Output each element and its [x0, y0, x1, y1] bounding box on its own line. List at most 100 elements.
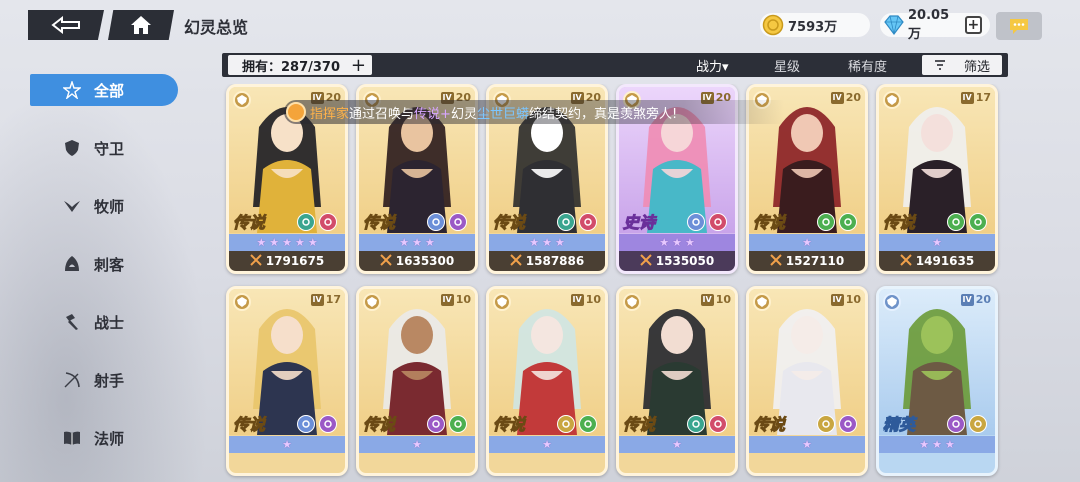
chat-button[interactable]: [996, 12, 1042, 40]
gem-amount: 20.05万: [908, 8, 950, 42]
bow-icon: [62, 370, 82, 390]
element-icon: [687, 415, 705, 433]
expand-slots-button[interactable]: +: [351, 55, 366, 76]
star-icon: ★: [932, 438, 942, 451]
element-icon: [947, 213, 965, 231]
element-icon: [947, 415, 965, 433]
crossed-swords-icon: [380, 253, 392, 269]
level-value: 10: [455, 293, 471, 306]
spirit-card[interactable]: IV 20 精英 ★ ★ ★: [876, 286, 998, 476]
class-badge-icon: [493, 293, 511, 311]
home-button[interactable]: [108, 10, 174, 40]
sidebar-item-mage[interactable]: 法师: [30, 422, 178, 454]
tier-badge: IV: [700, 293, 714, 306]
element-icon: [319, 213, 337, 231]
notice-text-1: 通过召唤与: [349, 106, 415, 122]
star-icon: ★: [529, 236, 540, 249]
chat-bubble-icon: [1010, 19, 1028, 34]
notice-player-name: 指挥家: [310, 106, 350, 122]
spirit-card[interactable]: IV 17 传说 ★: [226, 286, 348, 476]
class-badge-icon: [233, 91, 251, 109]
rarity-label: 传说: [362, 415, 396, 435]
sidebar-item-all[interactable]: 全部: [30, 74, 178, 106]
star-icon: ★: [672, 438, 682, 451]
rarity-label: 传说: [232, 415, 266, 435]
element-icon: [319, 415, 337, 433]
tier-badge: IV: [830, 293, 844, 306]
tier-badge: IV: [960, 91, 974, 104]
rarity-label: 史诗: [622, 213, 656, 233]
element-icon: [579, 213, 597, 231]
spirit-card[interactable]: IV 10 传说 ★: [486, 286, 608, 476]
shield-icon: [62, 138, 82, 158]
element-icon: [709, 415, 727, 433]
sidebar-item-label: 战士: [94, 313, 125, 332]
element-icon: [817, 213, 835, 231]
combat-power: 1535050: [619, 251, 735, 271]
sort-power[interactable]: 战力▾: [696, 56, 729, 75]
star-rating: ★: [749, 234, 865, 251]
owned-count: 拥有：287/370 +: [228, 55, 372, 76]
sidebar-item-archer[interactable]: 射手: [30, 364, 178, 396]
add-gems-button[interactable]: +: [964, 16, 982, 34]
rarity-label: 传说: [752, 213, 786, 233]
sidebar-item-warrior[interactable]: 战士: [30, 306, 178, 338]
star-rating: ★: [229, 436, 345, 453]
notice-text-2: 幻灵: [450, 106, 477, 122]
hood-icon: [62, 254, 82, 274]
rarity-label: 精英: [882, 415, 916, 435]
element-icon: [839, 415, 857, 433]
gold-currency[interactable]: 7593万: [760, 13, 870, 37]
element-icon: [579, 415, 597, 433]
combat-power: 1791675: [229, 251, 345, 271]
star-rating: ★: [489, 436, 605, 453]
star-icon: ★: [424, 236, 435, 249]
combat-power: 1587886: [489, 251, 605, 271]
spirit-card-grid: IV 20 传说 ★ ★ ★ ★ ★ 1791675 IV 20 传说 ★ ★ ★ 1635300 IV 20 传说…: [222, 84, 1008, 482]
tier-badge: IV: [310, 293, 324, 306]
element-icon: [557, 213, 575, 231]
combat-power: 1491635: [879, 251, 995, 271]
star-icon: ★: [542, 236, 552, 249]
star-icon: ★: [932, 236, 942, 249]
element-icon: [557, 415, 575, 433]
filter-icon: [934, 60, 945, 70]
spirit-card[interactable]: IV 10 传说 ★: [616, 286, 738, 476]
spirit-card[interactable]: IV 17 传说 ★ 1491635: [876, 84, 998, 274]
hammer-icon: [62, 312, 82, 332]
sidebar-item-priest[interactable]: 牧师: [30, 190, 178, 222]
tier-badge: IV: [960, 293, 974, 306]
sidebar-item-label: 法师: [94, 429, 125, 448]
sidebar-item-assassin[interactable]: 刺客: [30, 248, 178, 280]
crossed-swords-icon: [900, 253, 912, 269]
star-icon: ★: [282, 236, 292, 249]
level-value: 20: [975, 293, 991, 306]
gem-currency[interactable]: 20.05万 +: [880, 8, 990, 42]
element-icon: [297, 213, 315, 231]
star-icon: ★: [294, 236, 305, 249]
sidebar-item-guard[interactable]: 守卫: [30, 132, 178, 164]
sort-rarity[interactable]: 稀有度: [848, 56, 887, 75]
element-icon: [687, 213, 705, 231]
tier-badge: IV: [830, 91, 844, 104]
crossed-swords-icon: [510, 253, 522, 269]
level-indicator: IV 17: [310, 293, 341, 306]
back-arrow-icon: [51, 16, 80, 34]
star-icon: ★: [412, 236, 422, 249]
notice-spirit-name: 尘世巨蟒: [476, 106, 529, 122]
level-value: 17: [975, 91, 991, 104]
spirit-card[interactable]: IV 10 传说 ★: [356, 286, 478, 476]
sort-stars[interactable]: 星级: [774, 56, 800, 75]
top-bar: 幻灵总览 7593万 20.05万 +: [0, 0, 1080, 44]
element-icon: [427, 415, 445, 433]
element-icon: [817, 415, 835, 433]
star-icon: ★: [412, 438, 422, 451]
spirit-card[interactable]: IV 10 传说 ★: [746, 286, 868, 476]
crossed-swords-icon: [640, 253, 652, 269]
back-button[interactable]: [28, 10, 104, 40]
star-icon: ★: [919, 438, 930, 451]
class-badge-icon: [233, 293, 251, 311]
star-icon: ★: [672, 236, 682, 249]
filter-button[interactable]: 筛选: [922, 55, 1002, 75]
power-value: 1535050: [655, 254, 715, 268]
